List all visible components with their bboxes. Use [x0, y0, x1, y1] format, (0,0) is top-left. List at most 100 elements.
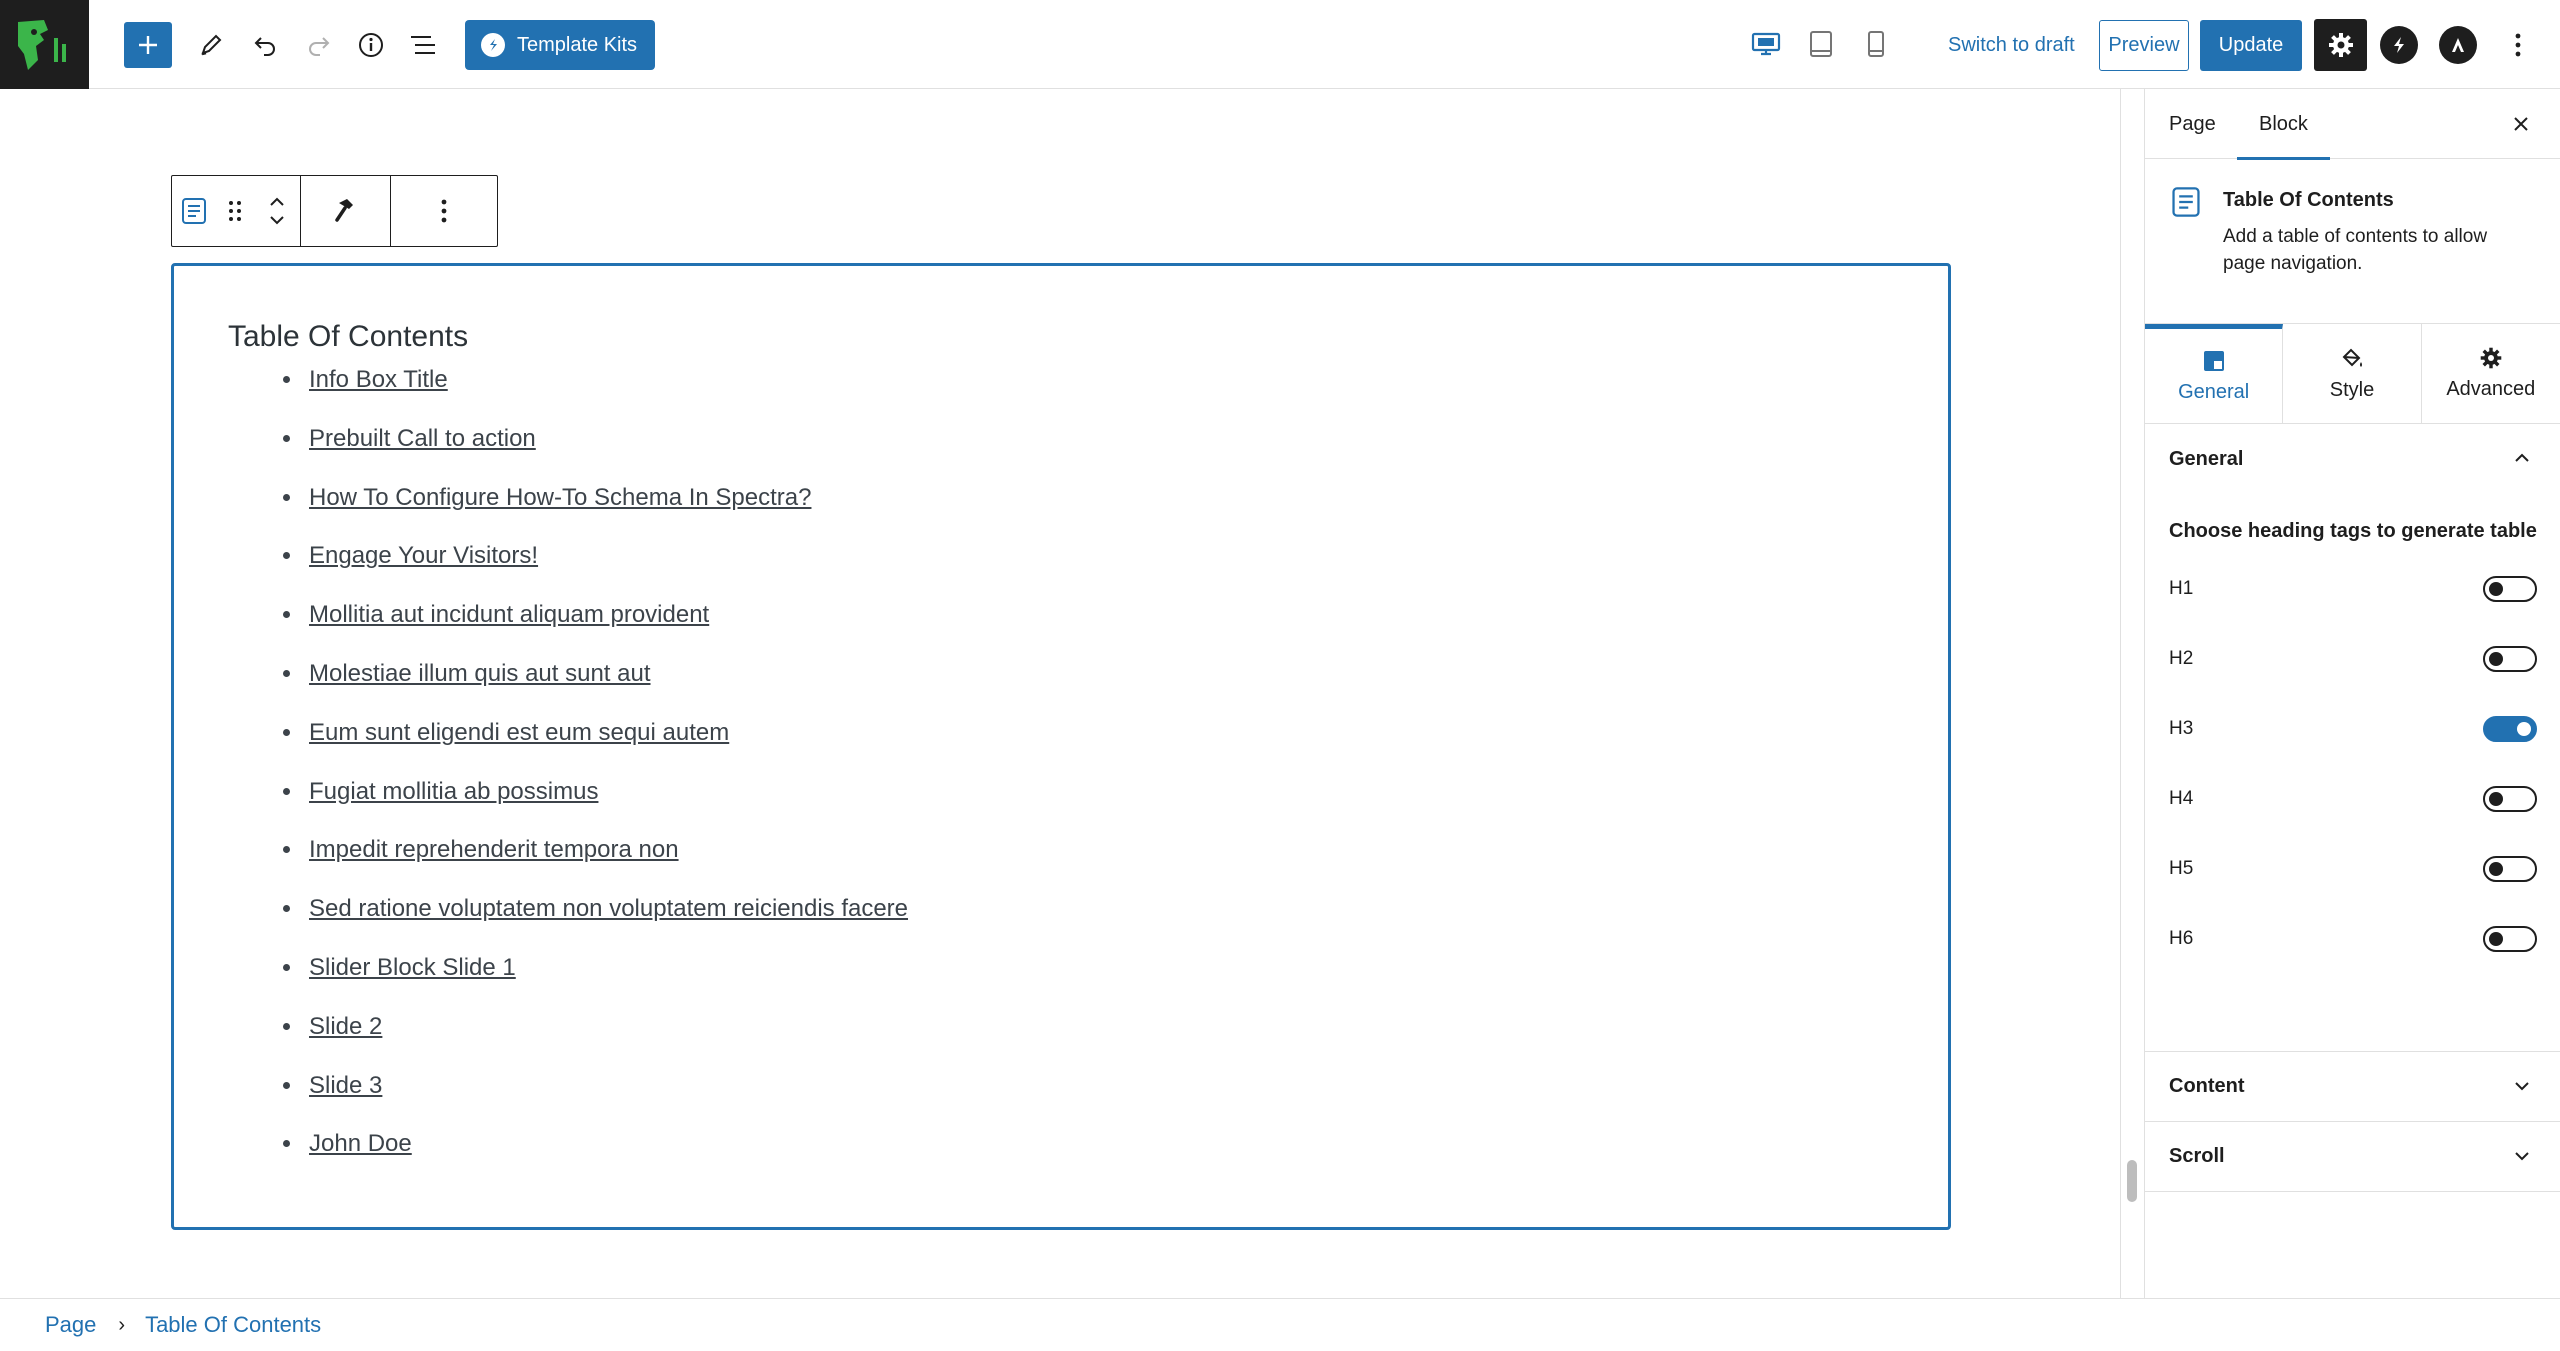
list-item: Info Box Title	[227, 366, 908, 425]
tools-edit-button[interactable]	[188, 22, 234, 68]
details-button[interactable]	[348, 22, 394, 68]
tab-page[interactable]: Page	[2169, 89, 2216, 159]
toc-link[interactable]: Info Box Title	[309, 366, 448, 393]
info-icon	[359, 33, 383, 57]
toc-link[interactable]: Slider Block Slide 1	[309, 954, 516, 981]
toggle-h5[interactable]	[2483, 856, 2537, 882]
table-of-contents-icon	[182, 198, 206, 224]
hammer-button[interactable]	[324, 176, 368, 246]
pencil-icon	[201, 34, 222, 56]
inspector-tabs: General Style Advanced	[2145, 324, 2560, 424]
toc-link[interactable]: Eum sunt eligendi est eum sequi autem	[309, 719, 729, 746]
content-panel-toggle[interactable]: Content	[2145, 1052, 2560, 1122]
list-item: Sed ratione voluptatem non voluptatem re…	[227, 895, 908, 954]
block-type-button[interactable]	[172, 176, 216, 246]
tab-advanced-label: Advanced	[2446, 378, 2536, 400]
breadcrumb-current[interactable]: Table Of Contents	[145, 1312, 321, 1338]
astra-icon	[2452, 38, 2464, 52]
options-button[interactable]	[2503, 22, 2533, 68]
tab-block[interactable]: Block	[2237, 89, 2330, 160]
hammer-icon	[334, 199, 353, 222]
toc-link[interactable]: Molestiae illum quis aut sunt aut	[309, 660, 651, 687]
sidebar-tabs: Page Block	[2145, 89, 2560, 160]
block-toolbar	[171, 175, 498, 247]
heading-tag-row-h4: H4	[2169, 779, 2537, 819]
switch-to-draft-button[interactable]: Switch to draft	[1940, 22, 2083, 68]
update-button[interactable]: Update	[2200, 20, 2302, 71]
toc-link[interactable]: Fugiat mollitia ab possimus	[309, 778, 598, 805]
settings-button[interactable]	[2314, 19, 2367, 71]
toggle-h6[interactable]	[2483, 926, 2537, 952]
list-item: How To Configure How-To Schema In Spectr…	[227, 484, 908, 543]
mobile-preview-button[interactable]	[1856, 24, 1896, 64]
astra-settings-button[interactable]	[2439, 26, 2477, 64]
gear-icon	[2480, 347, 2502, 369]
block-card-title: Table Of Contents	[2223, 189, 2394, 211]
general-panel-toggle[interactable]: General	[2145, 424, 2560, 494]
tab-general[interactable]: General	[2145, 324, 2284, 423]
breadcrumb-root[interactable]: Page	[45, 1312, 96, 1338]
drag-handle[interactable]	[216, 176, 254, 246]
tab-advanced[interactable]: Advanced	[2422, 324, 2560, 423]
toc-link[interactable]: Impedit reprehenderit tempora non	[309, 836, 679, 863]
paint-bucket-icon	[2342, 348, 2362, 367]
chevron-up-icon[interactable]	[268, 196, 286, 208]
redo-button[interactable]	[296, 22, 342, 68]
preview-button[interactable]: Preview	[2099, 20, 2189, 71]
more-vertical-icon	[2515, 33, 2521, 57]
site-logo[interactable]	[0, 0, 89, 89]
general-panel-body: Choose heading tags to generate table H1…	[2145, 494, 2560, 1052]
toc-link[interactable]: John Doe	[309, 1130, 412, 1157]
breadcrumb: Page › Table Of Contents	[0, 1298, 2560, 1351]
tablet-icon	[1810, 31, 1832, 57]
scroll-panel-toggle[interactable]: Scroll	[2145, 1122, 2560, 1192]
spectra-settings-button[interactable]	[2380, 26, 2418, 64]
list-view-button[interactable]	[400, 22, 446, 68]
toc-link[interactable]: Engage Your Visitors!	[309, 542, 538, 569]
toc-link[interactable]: Mollitia aut incidunt aliquam provident	[309, 601, 709, 628]
block-inserter-button[interactable]	[124, 22, 172, 68]
tablet-preview-button[interactable]	[1801, 24, 1841, 64]
list-item: Slider Block Slide 1	[227, 954, 908, 1013]
more-options-icon	[441, 199, 447, 223]
heading-tag-row-h6: H6	[2169, 919, 2537, 959]
table-of-contents-block[interactable]: Table Of Contents Info Box Title Prebuil…	[171, 263, 1951, 1230]
heading-tag-label: H3	[2169, 718, 2194, 739]
move-block-buttons[interactable]	[254, 176, 300, 246]
chevron-up-icon	[2515, 453, 2529, 462]
toc-list: Info Box Title Prebuilt Call to action H…	[227, 366, 908, 1189]
template-kits-button[interactable]: Template Kits	[465, 20, 655, 70]
toggle-h1[interactable]	[2483, 576, 2537, 602]
tab-style-label: Style	[2329, 379, 2375, 401]
desktop-preview-button[interactable]	[1746, 24, 1786, 64]
redo-icon	[309, 37, 330, 56]
toc-link[interactable]: Slide 2	[309, 1013, 382, 1040]
plus-icon	[139, 36, 157, 54]
heading-tag-label: H6	[2169, 928, 2194, 949]
chevron-down-icon[interactable]	[268, 214, 286, 226]
desktop-icon	[1751, 32, 1781, 56]
heading-tag-row-h1: H1	[2169, 569, 2537, 609]
undo-button[interactable]	[242, 22, 288, 68]
toc-link[interactable]: How To Configure How-To Schema In Spectr…	[309, 484, 811, 511]
toc-link[interactable]: Slide 3	[309, 1072, 382, 1099]
toggle-h3[interactable]	[2483, 716, 2537, 742]
heading-tag-row-h2: H2	[2169, 639, 2537, 679]
undo-icon	[254, 37, 275, 56]
canvas-divider	[2120, 89, 2121, 1298]
lightning-icon	[2394, 37, 2404, 53]
general-panel-title: General	[2169, 447, 2244, 470]
resize-handle[interactable]	[2127, 1160, 2137, 1202]
block-options-button[interactable]	[422, 176, 466, 246]
toggle-h4[interactable]	[2483, 786, 2537, 812]
template-kits-label: Template Kits	[517, 33, 638, 56]
heading-tag-row-h5: H5	[2169, 849, 2537, 889]
heading-tag-label: H1	[2169, 578, 2194, 599]
toggle-h2[interactable]	[2483, 646, 2537, 672]
block-toolbar-group-tools	[301, 176, 391, 246]
tab-style[interactable]: Style	[2283, 324, 2422, 423]
toc-link[interactable]: Sed ratione voluptatem non voluptatem re…	[309, 895, 908, 922]
chevron-right-icon: ›	[118, 1313, 126, 1336]
close-sidebar-button[interactable]	[2506, 109, 2536, 139]
toc-link[interactable]: Prebuilt Call to action	[309, 425, 536, 452]
